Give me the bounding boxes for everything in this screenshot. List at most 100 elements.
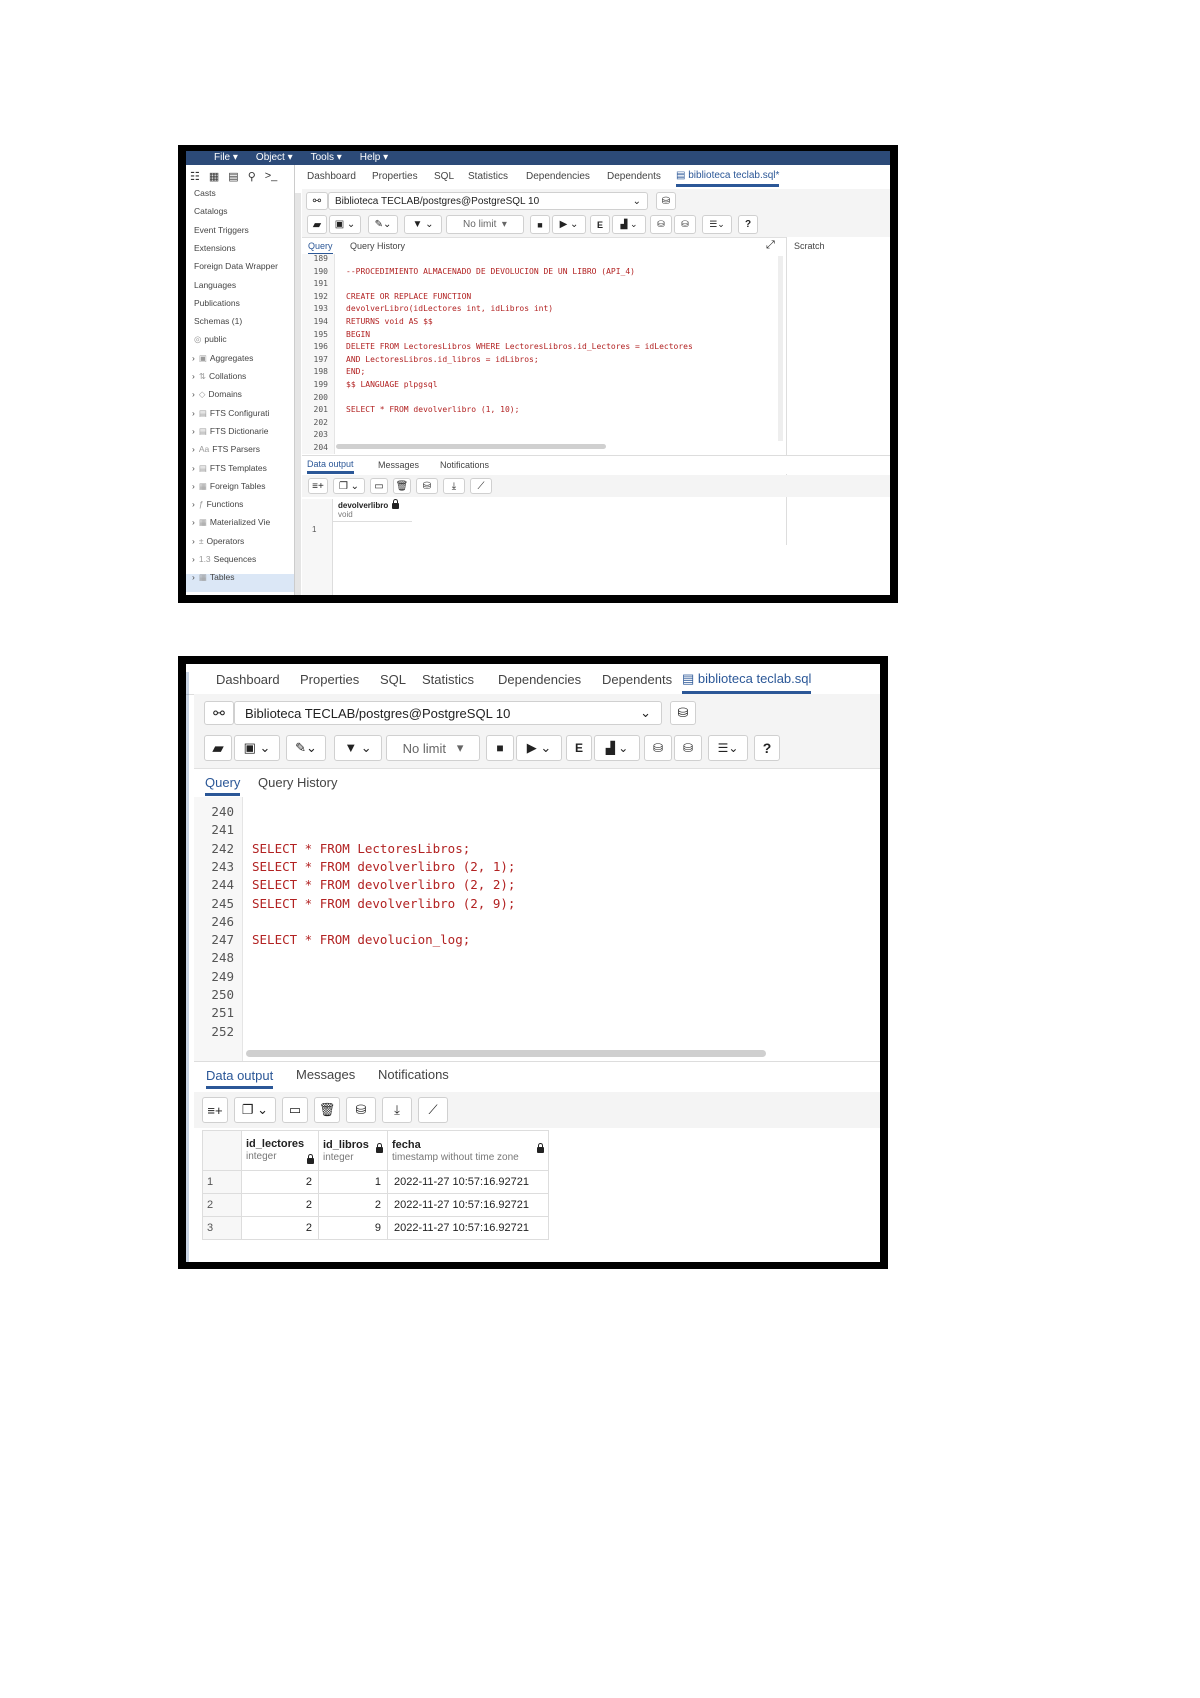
tree-item[interactable]: Extensions	[194, 243, 292, 253]
code-line[interactable]: DELETE FROM LectoresLibros WHERE Lectore…	[346, 342, 693, 351]
limit-select[interactable]: No limit ▾	[386, 735, 480, 761]
chevron-right-icon[interactable]: ›	[192, 444, 195, 454]
code-line[interactable]: SELECT * FROM devolverlibro (2, 2);	[252, 877, 515, 892]
save-data-icon[interactable]: ⛁	[346, 1097, 376, 1123]
tab-dependents[interactable]: Dependents	[602, 672, 672, 687]
horizontal-scrollbar[interactable]	[336, 444, 606, 449]
output-tab-notifications[interactable]: Notifications	[440, 460, 489, 470]
tab-query-file[interactable]: ▤ biblioteca teclab.sql	[682, 671, 812, 694]
browser-icon[interactable]: ☷	[190, 170, 200, 183]
code-line[interactable]: SELECT * FROM devolverlibro (2, 9);	[252, 896, 515, 911]
rollback-icon[interactable]: ⛁	[674, 215, 696, 234]
tree-item[interactable]: › ▤ FTS Templates	[192, 463, 292, 474]
edit-icon[interactable]: ✎⌄	[368, 215, 398, 234]
code-line[interactable]: CREATE OR REPLACE FUNCTION	[346, 292, 471, 301]
chevron-right-icon[interactable]: ›	[192, 408, 195, 418]
chevron-right-icon[interactable]: ›	[192, 499, 195, 509]
code-line[interactable]: devolverLibro(idLectores int, idLibros i…	[346, 304, 553, 313]
save-data-icon[interactable]: ⛁	[416, 478, 438, 494]
stop-icon[interactable]: ■	[530, 215, 550, 234]
copy-icon[interactable]: ❐ ⌄	[234, 1097, 276, 1123]
add-row-icon[interactable]: ≡+	[308, 478, 328, 494]
graph-icon[interactable]: ⟋	[470, 478, 492, 494]
open-file-icon[interactable]: ▰	[307, 215, 327, 234]
cell-fecha[interactable]: 2022-11-27 10:57:16.92721	[387, 1193, 549, 1217]
macros-icon[interactable]: ☰⌄	[702, 215, 732, 234]
connection-status-icon[interactable]: ⚯	[306, 192, 328, 210]
menu-help[interactable]: Help ▾	[360, 152, 388, 163]
tree-item[interactable]: › ▤ FTS Dictionarie	[192, 426, 292, 437]
explain-icon[interactable]: E	[590, 215, 610, 234]
help-icon[interactable]: ?	[738, 215, 758, 234]
help-icon[interactable]: ?	[754, 735, 780, 761]
tab-dashboard[interactable]: Dashboard	[307, 171, 356, 182]
editor-tab-query-history[interactable]: Query History	[258, 775, 337, 790]
tree-item[interactable]: Schemas (1)	[194, 316, 292, 326]
terminal-icon[interactable]: >_	[265, 170, 278, 183]
cell-fecha[interactable]: 2022-11-27 10:57:16.92721	[387, 1170, 549, 1194]
connection-status-icon[interactable]: ⚯	[204, 701, 234, 725]
macros-icon[interactable]: ☰⌄	[708, 735, 748, 761]
tree-item[interactable]: › ⇅ Collations	[192, 371, 292, 382]
download-icon[interactable]: ⤓	[382, 1097, 412, 1123]
download-icon[interactable]: ⤓	[443, 478, 465, 494]
commit-icon[interactable]: ⛁	[644, 735, 672, 761]
table-row[interactable]: 3 2 9 2022-11-27 10:57:16.92721	[202, 1216, 549, 1240]
graph-icon[interactable]: ⟋	[418, 1097, 448, 1123]
table-row[interactable]: 2 2 2 2022-11-27 10:57:16.92721	[202, 1193, 549, 1217]
code-line[interactable]: END;	[346, 367, 365, 376]
expand-icon[interactable]: ⤢	[766, 239, 775, 252]
rollback-icon[interactable]: ⛁	[674, 735, 702, 761]
explain-icon[interactable]: E	[566, 735, 592, 761]
tab-dependents[interactable]: Dependents	[607, 171, 661, 182]
horizontal-scrollbar[interactable]	[246, 1050, 766, 1057]
filter-icon[interactable]: ▼ ⌄	[334, 735, 382, 761]
add-row-icon[interactable]: ≡+	[202, 1097, 228, 1123]
tree-item[interactable]: Catalogs	[194, 206, 292, 216]
tab-properties[interactable]: Properties	[300, 672, 359, 687]
explain-analyze-icon[interactable]: ▟ ⌄	[594, 735, 640, 761]
tree-item[interactable]: Publications	[194, 298, 292, 308]
cell-id-lectores[interactable]: 2	[241, 1216, 319, 1240]
table-icon[interactable]: ▦	[209, 170, 219, 183]
copy-icon[interactable]: ❐ ⌄	[333, 478, 365, 494]
cell-fecha[interactable]: 2022-11-27 10:57:16.92721	[387, 1216, 549, 1240]
search-icon[interactable]: ⚲	[248, 170, 256, 183]
save-icon[interactable]: ▣ ⌄	[329, 215, 361, 234]
open-file-icon[interactable]: ▰	[204, 735, 232, 761]
scratch-pad-tab[interactable]: Scratch	[794, 241, 825, 251]
commit-icon[interactable]: ⛁	[650, 215, 672, 234]
tree-item[interactable]: › ▦ Tables	[192, 572, 292, 583]
tab-dependencies[interactable]: Dependencies	[526, 171, 590, 182]
filter-icon[interactable]: ▼ ⌄	[404, 215, 442, 234]
menu-file[interactable]: File ▾	[214, 152, 238, 163]
delete-icon[interactable]: 🗑	[314, 1097, 340, 1123]
column-header-fecha[interactable]: fecha timestamp without time zone	[387, 1130, 549, 1171]
stop-icon[interactable]: ■	[486, 735, 514, 761]
chevron-right-icon[interactable]: ›	[192, 554, 195, 564]
tree-item[interactable]: Foreign Data Wrapper	[194, 261, 292, 271]
output-tab-data[interactable]: Data output	[206, 1068, 274, 1089]
database-icon[interactable]: ⛁	[670, 701, 696, 725]
code-line[interactable]: $$ LANGUAGE plpgsql	[346, 380, 438, 389]
tab-statistics[interactable]: Statistics	[468, 171, 508, 182]
edit-icon[interactable]: ✎⌄	[286, 735, 326, 761]
tree-item[interactable]: › Aa FTS Parsers	[192, 444, 292, 454]
tab-dashboard[interactable]: Dashboard	[216, 672, 280, 687]
tree-item[interactable]: › ▤ FTS Configurati	[192, 408, 292, 419]
code-line[interactable]: BEGIN	[346, 330, 370, 339]
tree-item[interactable]: Languages	[194, 280, 292, 290]
output-tab-messages[interactable]: Messages	[296, 1067, 355, 1082]
view-icon[interactable]: ▤	[228, 170, 238, 183]
chevron-right-icon[interactable]: ›	[192, 517, 195, 527]
sql-editor[interactable]	[194, 797, 880, 1061]
tree-item[interactable]: › ▦ Materialized Vie	[192, 517, 292, 528]
tree-item[interactable]: › ◇ Domains	[192, 389, 292, 400]
menu-tools[interactable]: Tools ▾	[311, 152, 342, 163]
chevron-right-icon[interactable]: ›	[192, 463, 195, 473]
table-row[interactable]: 1 2 1 2022-11-27 10:57:16.92721	[202, 1170, 549, 1194]
database-icon[interactable]: ⛁	[656, 192, 676, 210]
tab-sql[interactable]: SQL	[434, 171, 454, 182]
output-tab-data[interactable]: Data output	[307, 459, 354, 474]
column-header-id-libros[interactable]: id_libros integer	[318, 1130, 388, 1171]
